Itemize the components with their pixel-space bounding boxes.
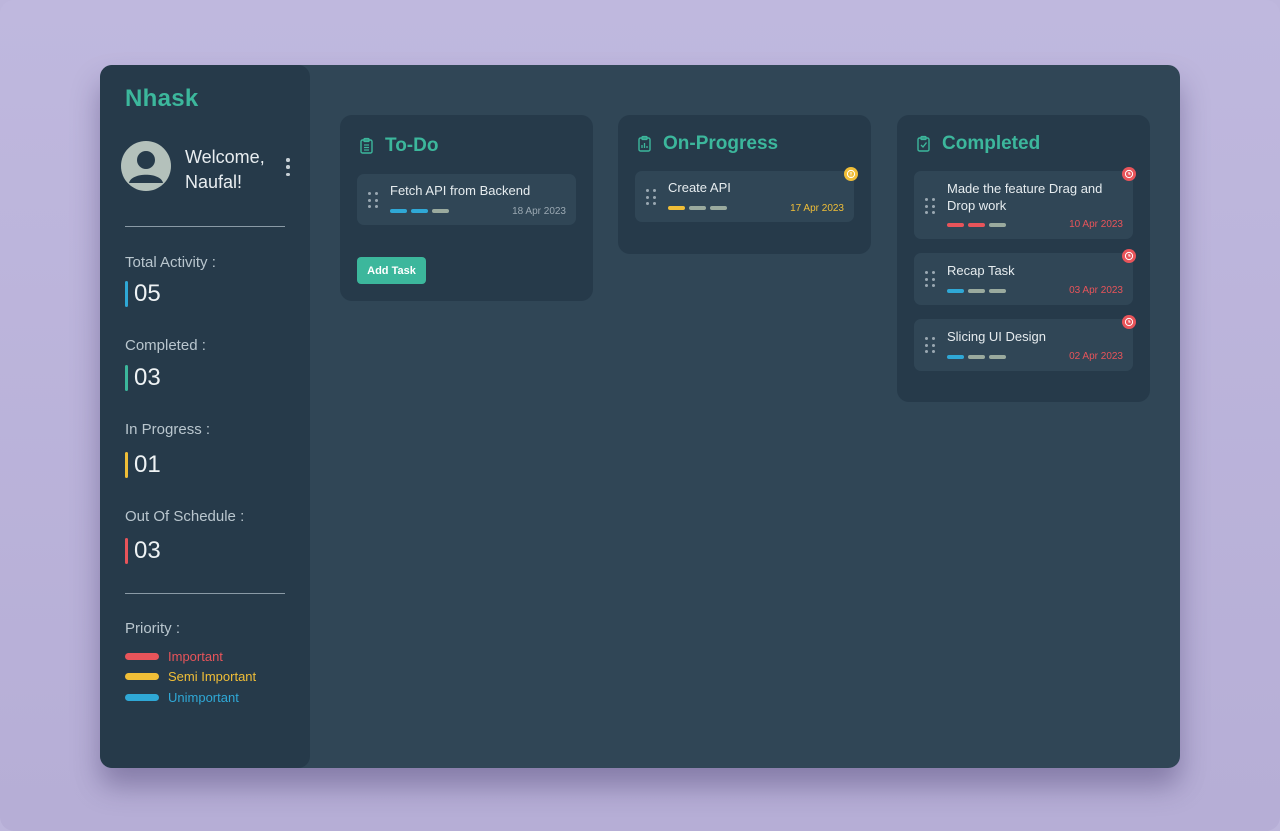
priority-title: Priority : xyxy=(125,620,181,637)
welcome-username: Naufal! xyxy=(185,172,243,192)
priority-tag xyxy=(432,209,449,213)
priority-legend-semi-important: Semi Important xyxy=(125,669,256,684)
brand-logo: Nhask xyxy=(125,85,199,112)
clock-icon xyxy=(1122,167,1136,181)
task-date: 02 Apr 2023 xyxy=(1069,351,1123,362)
drag-handle-icon[interactable] xyxy=(646,189,656,205)
task-priority-tags xyxy=(947,289,1006,293)
priority-tag xyxy=(411,209,428,213)
priority-label: Semi Important xyxy=(168,669,257,684)
column-completed-title: Completed xyxy=(942,133,1041,154)
task-card[interactable]: Fetch API from Backend 18 Apr 2023 xyxy=(357,174,576,225)
task-title: Recap Task xyxy=(947,263,1015,278)
stat-total-bar xyxy=(125,281,128,307)
stat-completed-number: 03 xyxy=(134,364,161,391)
clock-icon xyxy=(1122,249,1136,263)
priority-tag xyxy=(968,289,985,293)
stat-total-number: 05 xyxy=(134,280,161,307)
drag-handle-icon[interactable] xyxy=(925,198,935,214)
more-options-icon[interactable] xyxy=(282,158,294,176)
task-date: 18 Apr 2023 xyxy=(512,206,566,217)
priority-tag xyxy=(710,206,727,210)
task-priority-tags xyxy=(390,209,449,213)
priority-pill xyxy=(125,653,159,660)
avatar[interactable] xyxy=(121,141,171,191)
column-progress-header: On-Progress xyxy=(636,133,778,155)
priority-tag xyxy=(989,223,1006,227)
priority-label: Unimportant xyxy=(168,690,239,705)
priority-tag xyxy=(989,289,1006,293)
column-completed-header: Completed xyxy=(915,133,1040,155)
priority-label: Important xyxy=(168,649,223,664)
task-card[interactable]: Made the feature Drag and Drop work 10 A… xyxy=(914,171,1133,239)
priority-pill xyxy=(125,673,159,680)
task-card[interactable]: Recap Task 03 Apr 2023 xyxy=(914,253,1133,305)
column-todo-title: To-Do xyxy=(385,135,439,156)
task-date: 10 Apr 2023 xyxy=(1069,219,1123,230)
column-progress: On-Progress Create API 17 Apr 2023 xyxy=(618,115,871,254)
clock-icon xyxy=(1122,315,1136,329)
stat-completed-value: 03 xyxy=(125,365,161,391)
welcome-text: Welcome, Naufal! xyxy=(185,145,265,195)
column-todo-header: To-Do xyxy=(358,135,438,157)
stat-total-value: 05 xyxy=(125,281,161,307)
sidebar: Nhask Welcome, Naufal! Total Activity : … xyxy=(100,65,310,768)
task-title: Made the feature Drag and Drop work xyxy=(947,181,1103,213)
task-priority-tags xyxy=(947,223,1006,227)
priority-legend-important: Important xyxy=(125,649,223,664)
clipboard-check-icon xyxy=(917,135,930,152)
column-todo: To-Do Fetch API from Backend 18 Apr 2023… xyxy=(340,115,593,301)
stat-completed-bar xyxy=(125,365,128,391)
task-date: 17 Apr 2023 xyxy=(790,203,844,214)
task-title: Create API xyxy=(668,180,731,195)
add-task-button[interactable]: Add Task xyxy=(357,257,426,284)
task-date: 03 Apr 2023 xyxy=(1069,285,1123,296)
warning-icon xyxy=(844,167,858,181)
stat-out-of-schedule-bar xyxy=(125,538,128,564)
priority-tag xyxy=(947,223,964,227)
priority-tag xyxy=(989,355,1006,359)
task-title: Fetch API from Backend xyxy=(390,183,531,198)
priority-tag xyxy=(947,289,964,293)
drag-handle-icon[interactable] xyxy=(925,337,935,353)
clipboard-progress-icon xyxy=(638,135,651,152)
user-avatar-icon xyxy=(129,151,163,183)
priority-pill xyxy=(125,694,159,701)
sidebar-divider xyxy=(125,226,285,227)
task-priority-tags xyxy=(947,355,1006,359)
stat-completed-label: Completed : xyxy=(125,337,206,354)
priority-legend-unimportant: Unimportant xyxy=(125,690,239,705)
task-title: Slicing UI Design xyxy=(947,329,1046,344)
welcome-greeting: Welcome, xyxy=(185,147,265,167)
priority-tag xyxy=(390,209,407,213)
stat-in-progress-bar xyxy=(125,452,128,478)
task-card[interactable]: Create API 17 Apr 2023 xyxy=(635,171,854,222)
priority-tag xyxy=(968,355,985,359)
stat-out-of-schedule-number: 03 xyxy=(134,537,161,564)
priority-tag xyxy=(668,206,685,210)
stat-total-label: Total Activity : xyxy=(125,254,216,271)
stat-out-of-schedule-value: 03 xyxy=(125,538,161,564)
app-background: Nhask Welcome, Naufal! Total Activity : … xyxy=(0,0,1280,831)
task-card[interactable]: Slicing UI Design 02 Apr 2023 xyxy=(914,319,1133,371)
clipboard-list-icon xyxy=(360,137,373,154)
drag-handle-icon[interactable] xyxy=(925,271,935,287)
stat-in-progress-number: 01 xyxy=(134,451,161,478)
priority-tag xyxy=(689,206,706,210)
drag-handle-icon[interactable] xyxy=(368,192,378,208)
sidebar-divider xyxy=(125,593,285,594)
app-window: Nhask Welcome, Naufal! Total Activity : … xyxy=(100,65,1180,768)
stat-out-of-schedule-label: Out Of Schedule : xyxy=(125,508,245,525)
task-priority-tags xyxy=(668,206,727,210)
column-progress-title: On-Progress xyxy=(663,133,779,154)
stat-in-progress-value: 01 xyxy=(125,452,161,478)
priority-tag xyxy=(968,223,985,227)
stat-in-progress-label: In Progress : xyxy=(125,421,211,438)
column-completed: Completed Made the feature Drag and Drop… xyxy=(897,115,1150,402)
priority-tag xyxy=(947,355,964,359)
